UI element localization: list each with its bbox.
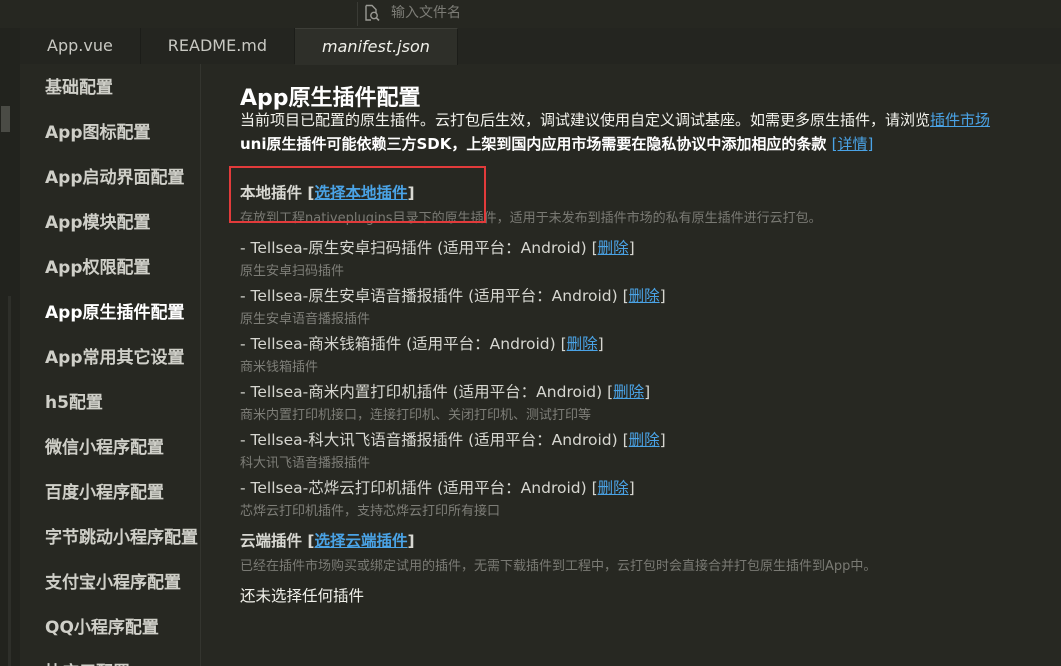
delete-plugin-link[interactable]: 删除: [613, 383, 644, 401]
file-search: [363, 4, 691, 22]
delete-plugin-link[interactable]: 删除: [629, 431, 660, 449]
plugin-item: - Tellsea-商米内置打印机插件 (适用平台：Android) [删除]: [240, 383, 651, 401]
page-title: App原生插件配置: [240, 86, 421, 111]
delete-plugin-link[interactable]: 删除: [567, 335, 598, 353]
editor-tab-bar: App.vue README.md manifest.json: [20, 28, 1061, 65]
nav-item-basic[interactable]: 基础配置: [20, 64, 200, 109]
tab-manifest-json[interactable]: manifest.json: [295, 28, 458, 65]
nav-item-qq-mp[interactable]: QQ小程序配置: [20, 604, 200, 649]
select-cloud-plugin-link[interactable]: 选择云端插件: [315, 532, 408, 550]
plugin-item: - Tellsea-科大讯飞语音播报插件 (适用平台：Android) [删除]: [240, 431, 666, 449]
plugin-name: - Tellsea-原生安卓语音播报插件 (适用平台：Android): [240, 287, 618, 305]
delete-plugin-link[interactable]: 删除: [629, 287, 660, 305]
plugin-desc: 商米钱箱插件: [240, 360, 319, 375]
plugin-desc: 原生安卓语音播报插件: [240, 312, 371, 327]
nav-item-quickapp[interactable]: 快应用配置: [20, 649, 200, 666]
editor-gutter: [0, 28, 21, 666]
plugin-name: - Tellsea-商米内置打印机插件 (适用平台：Android): [240, 383, 603, 401]
plugin-desc: 原生安卓扫码插件: [240, 264, 345, 279]
top-search-bar: [0, 0, 1061, 28]
delete-plugin-link[interactable]: 删除: [598, 479, 629, 497]
manifest-config-nav: 基础配置 App图标配置 App启动界面配置 App模块配置 App权限配置 A…: [20, 64, 201, 666]
nav-item-app-permissions[interactable]: App权限配置: [20, 244, 200, 289]
cloud-plugins-label: 云端插件: [240, 532, 303, 550]
plugin-desc: 商米内置打印机接口，连接打印机、关闭打印机、测试打印等: [240, 408, 592, 423]
plugin-item: - Tellsea-芯烨云打印机插件 (适用平台：Android) [删除]: [240, 479, 635, 497]
nav-item-app-other[interactable]: App常用其它设置: [20, 334, 200, 379]
file-search-input[interactable]: [391, 5, 691, 21]
plugin-name: - Tellsea-芯烨云打印机插件 (适用平台：Android): [240, 479, 587, 497]
tab-app-vue[interactable]: App.vue: [20, 28, 141, 64]
nav-item-app-splash[interactable]: App启动界面配置: [20, 154, 200, 199]
privacy-notice: uni原生插件可能依赖三方SDK，上架到国内应用市场需要在隐私协议中添加相应的条…: [240, 133, 873, 154]
nav-item-weixin-mp[interactable]: 微信小程序配置: [20, 424, 200, 469]
plugin-item: - Tellsea-商米钱箱插件 (适用平台：Android) [删除]: [240, 335, 604, 353]
highlight-box: [229, 166, 486, 223]
plugin-market-link[interactable]: 插件市场: [930, 111, 990, 129]
tab-readme-md[interactable]: README.md: [141, 28, 296, 64]
plugin-desc: 芯烨云打印机插件，支持芯烨云打印所有接口: [240, 504, 501, 519]
no-plugin-selected-text: 还未选择任何插件: [240, 587, 365, 605]
gutter-marker: [1, 106, 10, 132]
file-search-icon[interactable]: [363, 4, 381, 22]
bracket: ]: [407, 532, 415, 550]
nav-item-app-modules[interactable]: App模块配置: [20, 199, 200, 244]
gutter-scroll-track[interactable]: [8, 296, 11, 666]
plugin-name: - Tellsea-原生安卓扫码插件 (适用平台：Android): [240, 239, 587, 257]
nav-item-baidu-mp[interactable]: 百度小程序配置: [20, 469, 200, 514]
divider: [357, 2, 358, 26]
cloud-plugins-title: 云端插件 [选择云端插件]: [240, 529, 415, 551]
nav-item-h5[interactable]: h5配置: [20, 379, 200, 424]
privacy-notice-text: uni原生插件可能依赖三方SDK，上架到国内应用市场需要在隐私协议中添加相应的条…: [240, 135, 827, 153]
plugin-name: - Tellsea-科大讯飞语音播报插件 (适用平台：Android): [240, 431, 618, 449]
plugin-item: - Tellsea-原生安卓语音播报插件 (适用平台：Android) [删除]: [240, 287, 666, 305]
native-plugin-config-panel: App原生插件配置 当前项目已配置的原生插件。云打包后生效，调试建议使用自定义调…: [201, 64, 1061, 666]
nav-item-app-native-plugins[interactable]: App原生插件配置: [20, 289, 200, 334]
nav-item-app-icon[interactable]: App图标配置: [20, 109, 200, 154]
delete-plugin-link[interactable]: 删除: [598, 239, 629, 257]
plugin-desc: 科大讯飞语音播报插件: [240, 456, 371, 471]
intro-text-main: 当前项目已配置的原生插件。云打包后生效，调试建议使用自定义调试基座。如需更多原生…: [240, 111, 931, 129]
plugin-name: - Tellsea-商米钱箱插件 (适用平台：Android): [240, 335, 556, 353]
bracket: [: [302, 532, 315, 550]
details-link[interactable]: [详情]: [832, 135, 874, 153]
plugin-item: - Tellsea-原生安卓扫码插件 (适用平台：Android) [删除]: [240, 239, 635, 257]
nav-item-toutiao-mp[interactable]: 字节跳动小程序配置: [20, 514, 200, 559]
cloud-plugins-desc: 已经在插件市场购买或绑定试用的插件，无需下载插件到工程中，云打包时会直接合并打包…: [240, 559, 877, 574]
intro-text: 当前项目已配置的原生插件。云打包后生效，调试建议使用自定义调试基座。如需更多原生…: [240, 109, 990, 130]
nav-item-alipay-mp[interactable]: 支付宝小程序配置: [20, 559, 200, 604]
